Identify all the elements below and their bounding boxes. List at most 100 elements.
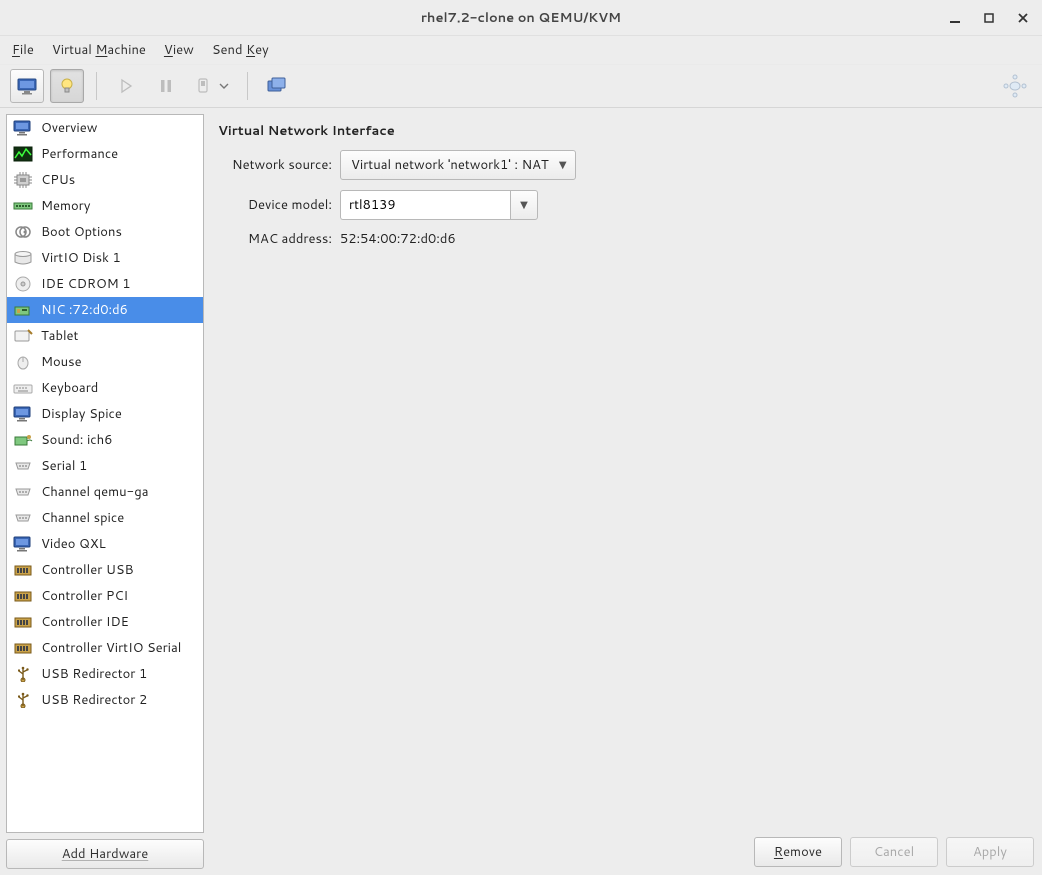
- network-source-dropdown[interactable]: Virtual network 'network1' : NAT ▼: [340, 150, 576, 180]
- remove-button[interactable]: Remove: [754, 837, 842, 867]
- menubar: File Virtual Machine View Send Key: [0, 36, 1042, 64]
- serial-icon: [13, 509, 33, 527]
- monitor-icon: [16, 77, 38, 95]
- hardware-row-label: CPUs: [41, 171, 75, 189]
- shutdown-button[interactable]: [189, 69, 235, 103]
- hardware-row[interactable]: Controller USB: [7, 557, 203, 583]
- maximize-button[interactable]: [980, 9, 998, 27]
- disk-icon: [13, 249, 33, 267]
- hardware-row[interactable]: Serial 1: [7, 453, 203, 479]
- hardware-row-label: NIC :72:d0:d6: [41, 301, 128, 319]
- device-model-input[interactable]: [340, 190, 510, 220]
- hardware-row[interactable]: Controller PCI: [7, 583, 203, 609]
- boot-icon: [13, 223, 33, 241]
- cpu-icon: [13, 171, 33, 189]
- hardware-row[interactable]: Boot Options: [7, 219, 203, 245]
- toolbar-separator: [96, 72, 97, 100]
- hardware-row-label: Video QXL: [41, 535, 106, 553]
- hardware-row-label: Channel qemu-ga: [41, 483, 149, 501]
- toolbar-separator: [247, 72, 248, 100]
- hardware-row[interactable]: Overview: [7, 115, 203, 141]
- minimize-button[interactable]: [946, 9, 964, 27]
- sound-icon: [13, 431, 33, 449]
- controller-icon: [13, 613, 33, 631]
- device-model-row: Device model: ▼: [218, 190, 1028, 220]
- controller-icon: [13, 587, 33, 605]
- controller-icon: [13, 561, 33, 579]
- hardware-row[interactable]: Sound: ich6: [7, 427, 203, 453]
- hardware-row[interactable]: Memory: [7, 193, 203, 219]
- hardware-row-label: Controller IDE: [41, 613, 129, 631]
- hardware-row[interactable]: Controller IDE: [7, 609, 203, 635]
- cancel-button: Cancel: [850, 837, 938, 867]
- hardware-row-label: USB Redirector 1: [41, 665, 147, 683]
- snapshots-button[interactable]: [260, 69, 294, 103]
- hardware-row[interactable]: Channel spice: [7, 505, 203, 531]
- hardware-row[interactable]: Display Spice: [7, 401, 203, 427]
- hardware-row-label: Channel spice: [41, 509, 124, 527]
- pause-button[interactable]: [149, 69, 183, 103]
- hardware-row-label: Mouse: [41, 353, 82, 371]
- menu-view[interactable]: View: [164, 41, 194, 59]
- hardware-row-label: IDE CDROM 1: [41, 275, 131, 293]
- menu-virtual-machine[interactable]: Virtual Machine: [52, 41, 146, 59]
- controller-icon: [13, 639, 33, 657]
- hardware-row[interactable]: Keyboard: [7, 375, 203, 401]
- hardware-row[interactable]: Mouse: [7, 349, 203, 375]
- cdrom-icon: [13, 275, 33, 293]
- pause-icon: [158, 78, 174, 94]
- hardware-row-label: Memory: [41, 197, 90, 215]
- hardware-row[interactable]: IDE CDROM 1: [7, 271, 203, 297]
- hardware-row[interactable]: VirtIO Disk 1: [7, 245, 203, 271]
- network-source-label: Network source:: [218, 156, 340, 174]
- device-model-combo[interactable]: ▼: [340, 190, 538, 220]
- video-icon: [13, 535, 33, 553]
- add-hardware-button[interactable]: Add Hardware: [6, 839, 204, 869]
- chevron-down-icon: [218, 80, 230, 92]
- hardware-row-label: Boot Options: [41, 223, 122, 241]
- fullscreen-button[interactable]: [998, 69, 1032, 103]
- apply-button: Apply: [946, 837, 1034, 867]
- serial-icon: [13, 457, 33, 475]
- usb-icon: [13, 691, 33, 709]
- display-icon: [13, 405, 33, 423]
- nic-icon: [13, 301, 33, 319]
- mac-label: MAC address:: [218, 230, 340, 248]
- close-button[interactable]: [1014, 9, 1032, 27]
- hardware-row[interactable]: CPUs: [7, 167, 203, 193]
- hardware-list[interactable]: Overview Performance CPUs Memory Boot Option…: [6, 114, 204, 833]
- hardware-row[interactable]: Channel qemu-ga: [7, 479, 203, 505]
- main-area: Virtual Network Interface Network source…: [210, 114, 1036, 869]
- menu-send-key[interactable]: Send Key: [212, 41, 269, 59]
- hardware-row-label: Controller USB: [41, 561, 134, 579]
- hardware-row[interactable]: NIC :72:d0:d6: [7, 297, 203, 323]
- body: Overview Performance CPUs Memory Boot Option…: [0, 108, 1042, 875]
- hardware-row-label: Performance: [41, 145, 118, 163]
- hardware-row-label: VirtIO Disk 1: [41, 249, 121, 267]
- hardware-row-label: Tablet: [41, 327, 78, 345]
- shutdown-icon: [194, 76, 212, 96]
- run-button[interactable]: [109, 69, 143, 103]
- hardware-row[interactable]: USB Redirector 1: [7, 661, 203, 687]
- hardware-row[interactable]: Tablet: [7, 323, 203, 349]
- panel-title: Virtual Network Interface: [218, 122, 1028, 140]
- hardware-row[interactable]: USB Redirector 2: [7, 687, 203, 713]
- hardware-row[interactable]: Performance: [7, 141, 203, 167]
- titlebar: rhel7.2-clone on QEMU/KVM: [0, 0, 1042, 36]
- chevron-down-icon: ▼: [559, 158, 567, 172]
- device-model-dropdown-button[interactable]: ▼: [510, 190, 538, 220]
- toolbar: [0, 64, 1042, 108]
- fullscreen-icon: [1002, 73, 1028, 99]
- details-view-button[interactable]: [50, 69, 84, 103]
- add-hardware-label: Add Hardware: [62, 845, 149, 863]
- sidebar: Overview Performance CPUs Memory Boot Option…: [6, 114, 204, 869]
- hardware-row-label: Serial 1: [41, 457, 87, 475]
- hardware-row-label: Controller VirtIO Serial: [41, 639, 181, 657]
- console-view-button[interactable]: [10, 69, 44, 103]
- tablet-icon: [13, 327, 33, 345]
- hardware-row[interactable]: Controller VirtIO Serial: [7, 635, 203, 661]
- menu-file[interactable]: File: [12, 41, 34, 59]
- snapshots-icon: [266, 77, 288, 95]
- hardware-row[interactable]: Video QXL: [7, 531, 203, 557]
- usb-icon: [13, 665, 33, 683]
